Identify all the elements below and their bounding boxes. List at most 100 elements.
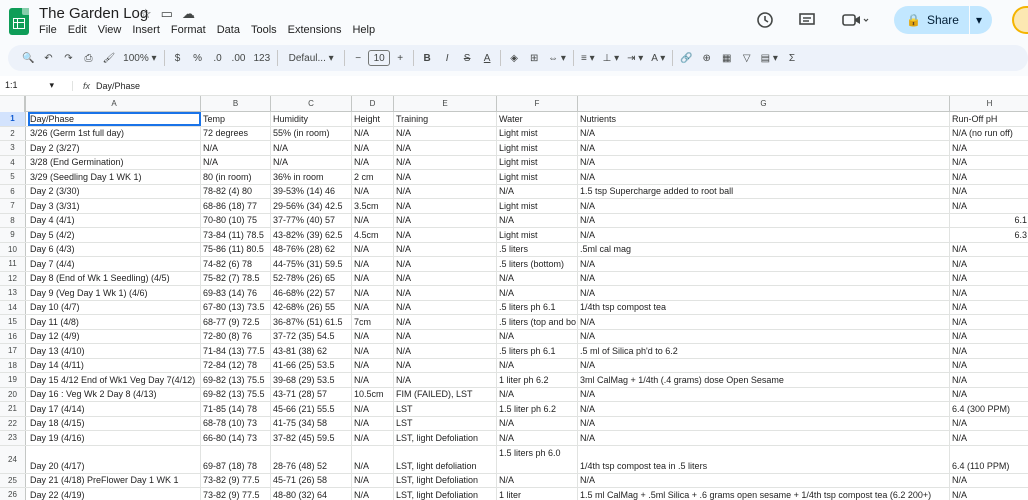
row-header[interactable]: 26 — [0, 488, 26, 500]
row-header[interactable]: 13 — [0, 286, 26, 300]
cell-g24[interactable]: 1/4th tsp compost tea in .5 liters — [578, 445, 950, 473]
cell-a7[interactable]: Day 3 (3/31) — [28, 199, 201, 213]
cell-g6[interactable]: 1.5 tsp Supercharge added to root ball — [578, 184, 950, 198]
cell-d11[interactable]: N/A — [352, 257, 394, 271]
cell-a13[interactable]: Day 9 (Veg Day 1 Wk 1) (4/6) — [28, 286, 201, 300]
cell-e16[interactable]: N/A — [394, 329, 497, 343]
cell-f11[interactable]: .5 liters (bottom) — [497, 257, 578, 271]
merge-cells-icon[interactable]: ⇔ ▾ — [544, 47, 570, 69]
cell-h8[interactable]: 6.1 — [950, 214, 1028, 228]
cell-f5[interactable]: Light mist — [497, 170, 578, 184]
cell-b2[interactable]: 72 degrees — [201, 126, 271, 140]
cell-a24[interactable]: Day 20 (4/17) — [28, 445, 201, 473]
cell-h14[interactable]: N/A — [950, 301, 1028, 315]
cell-a2[interactable]: 3/26 (Germ 1st full day) — [28, 126, 201, 140]
cell-g18[interactable]: N/A — [578, 358, 950, 372]
row-header[interactable]: 21 — [0, 402, 26, 416]
cell-c24[interactable]: 28-76 (48) 52 — [271, 445, 352, 473]
cell-e12[interactable]: N/A — [394, 271, 497, 285]
row-header[interactable]: 18 — [0, 358, 26, 372]
row-header[interactable]: 5 — [0, 170, 26, 184]
cell-a9[interactable]: Day 5 (4/2) — [28, 228, 201, 242]
cell-f14[interactable]: .5 liters ph 6.1 — [497, 300, 578, 314]
row-header[interactable]: 3 — [0, 141, 26, 155]
cell-c5[interactable]: 36% in room — [271, 170, 352, 184]
cell-a5[interactable]: 3/29 (Seedling Day 1 WK 1) — [28, 170, 201, 184]
cell-a3[interactable]: Day 2 (3/27) — [28, 141, 201, 155]
cell-e2[interactable]: N/A — [394, 126, 497, 140]
history-icon[interactable] — [754, 9, 776, 31]
font-size-decrease-button[interactable]: − — [348, 47, 368, 69]
print-icon[interactable]: ⎙ — [78, 47, 98, 69]
cell-e5[interactable]: N/A — [394, 170, 497, 184]
cell-a11[interactable]: Day 7 (4/4) — [28, 257, 201, 271]
cell-c1[interactable]: Humidity — [271, 112, 352, 126]
row-header[interactable]: 15 — [0, 315, 26, 329]
cell-f25[interactable]: N/A — [497, 473, 578, 487]
cell-e23[interactable]: LST, light Defoliation — [394, 431, 497, 445]
cell-b13[interactable]: 69-83 (14) 76 — [201, 286, 271, 300]
cell-h19[interactable]: N/A — [950, 373, 1028, 387]
row-header[interactable]: 23 — [0, 431, 26, 445]
share-button[interactable]: 🔒 Share ▾ — [893, 6, 992, 34]
menu-extensions[interactable]: Extensions — [288, 24, 342, 36]
cell-b17[interactable]: 71-84 (13) 77.5 — [201, 344, 271, 358]
cell-g26[interactable]: 1.5 ml CalMag + .5ml Silica + .6 grams o… — [578, 488, 950, 500]
cell-c19[interactable]: 39-68 (29) 53.5 — [271, 373, 352, 387]
cell-g21[interactable]: N/A — [578, 402, 950, 416]
column-header-h[interactable]: H — [950, 96, 1028, 112]
cell-h6[interactable]: N/A — [950, 185, 1028, 199]
menu-edit[interactable]: Edit — [68, 24, 87, 36]
cell-e14[interactable]: N/A — [394, 300, 497, 314]
spreadsheet-grid[interactable]: A B C D E F G H 1 Day/Phase Temp Humidity He… — [0, 96, 1028, 500]
cell-g16[interactable]: N/A — [578, 329, 950, 343]
cell-g4[interactable]: N/A — [578, 155, 950, 169]
cell-c10[interactable]: 48-76% (28) 62 — [271, 242, 352, 256]
cell-b24[interactable]: 69-87 (18) 78 — [201, 445, 271, 473]
cell-h7[interactable]: N/A — [950, 199, 1028, 213]
redo-icon[interactable]: ↷ — [58, 47, 78, 69]
cell-b14[interactable]: 67-80 (13) 73.5 — [201, 300, 271, 314]
text-rotation-icon[interactable]: A ▾ — [647, 47, 669, 69]
cell-a26[interactable]: Day 22 (4/19) — [28, 488, 201, 500]
cell-f7[interactable]: Light mist — [497, 199, 578, 213]
cell-f18[interactable]: N/A — [497, 358, 578, 372]
cell-h25[interactable]: N/A — [950, 474, 1028, 488]
cell-g15[interactable]: N/A — [578, 315, 950, 329]
avatar[interactable] — [1012, 6, 1028, 34]
cell-d15[interactable]: 7cm — [352, 315, 394, 329]
cell-d10[interactable]: N/A — [352, 242, 394, 256]
row-header[interactable]: 2 — [0, 126, 26, 140]
undo-icon[interactable]: ↶ — [38, 47, 58, 69]
column-header-e[interactable]: E — [394, 96, 497, 112]
insert-link-icon[interactable]: 🔗 — [676, 47, 696, 69]
cell-c13[interactable]: 46-68% (22) 57 — [271, 286, 352, 300]
cell-b22[interactable]: 68-78 (10) 73 — [201, 416, 271, 430]
cloud-status-icon[interactable]: ☁ — [182, 6, 195, 22]
cell-h2[interactable]: N/A (no run off) — [950, 127, 1028, 141]
cell-d16[interactable]: N/A — [352, 329, 394, 343]
cell-a16[interactable]: Day 12 (4/9) — [28, 329, 201, 343]
font-size-increase-button[interactable]: + — [390, 47, 410, 69]
row-header[interactable]: 24 — [0, 445, 26, 473]
bold-icon[interactable]: B — [417, 47, 437, 69]
cell-a4[interactable]: 3/28 (End Germination) — [28, 155, 201, 169]
cell-a25[interactable]: Day 21 (4/18) PreFlower Day 1 WK 1 — [28, 473, 201, 487]
cell-c23[interactable]: 37-82 (45) 59.5 — [271, 431, 352, 445]
cell-a8[interactable]: Day 4 (4/1) — [28, 213, 201, 227]
cell-d6[interactable]: N/A — [352, 184, 394, 198]
cell-g23[interactable]: N/A — [578, 431, 950, 445]
cell-e20[interactable]: FIM (FAILED), LST — [394, 387, 497, 401]
cell-f13[interactable]: N/A — [497, 286, 578, 300]
row-header[interactable]: 10 — [0, 242, 26, 256]
text-wrapping-icon[interactable]: ⇥ ▾ — [623, 47, 647, 69]
cell-h1[interactable]: Run-Off pH — [950, 112, 1028, 126]
cell-c18[interactable]: 41-66 (25) 53.5 — [271, 358, 352, 372]
cell-h21[interactable]: 6.4 (300 PPM) — [950, 402, 1028, 416]
cell-f24[interactable]: 1.5 liters ph 6.0 — [497, 445, 578, 473]
cell-g14[interactable]: 1/4th tsp compost tea — [578, 300, 950, 314]
cell-g20[interactable]: N/A — [578, 387, 950, 401]
fill-color-icon[interactable]: ◈ — [504, 47, 524, 69]
cell-f1[interactable]: Water — [497, 112, 578, 126]
font-size-input[interactable]: 10 — [368, 50, 391, 66]
